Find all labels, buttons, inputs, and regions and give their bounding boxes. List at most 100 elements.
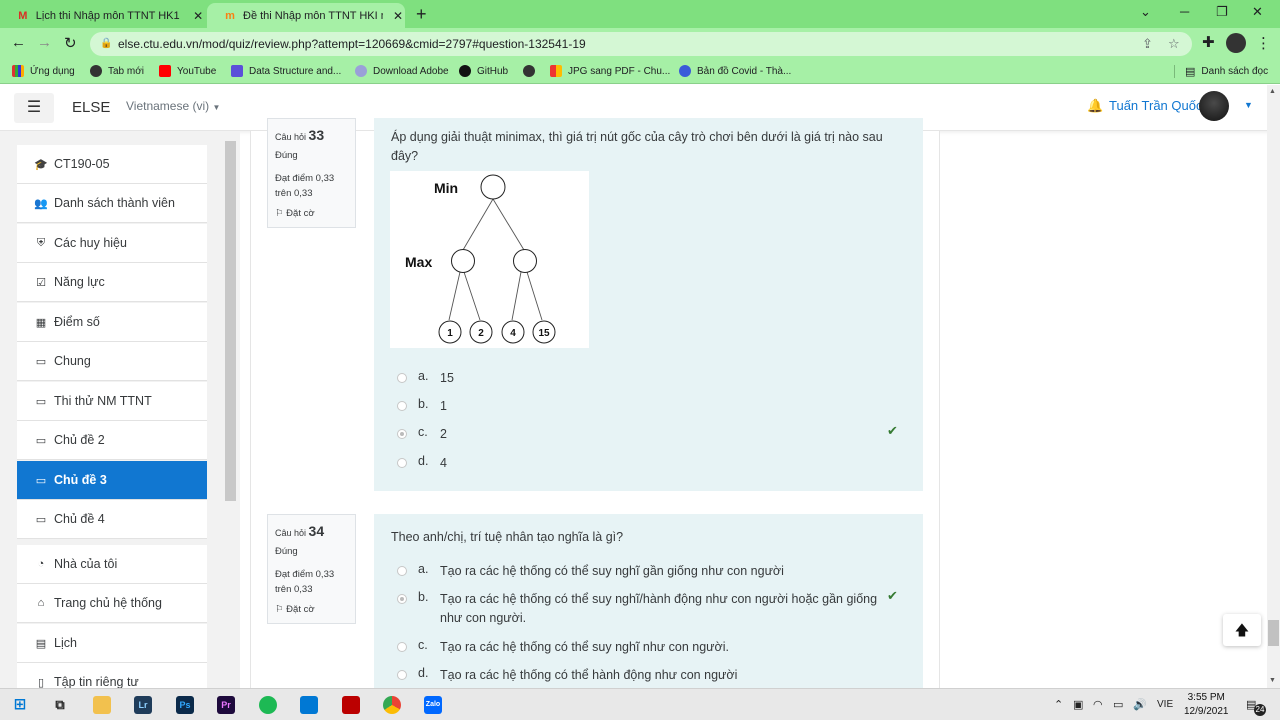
- language-menu[interactable]: Vietnamese (vi) ▼: [126, 99, 220, 113]
- answer-option[interactable]: c. 2: [397, 425, 880, 444]
- zalo-icon[interactable]: Zalo: [424, 696, 442, 714]
- bookmark-datastructure[interactable]: Data Structure and...: [231, 65, 341, 77]
- bookmark-adobe[interactable]: Download Adobe: [355, 65, 449, 77]
- adobe-icon: [355, 65, 367, 77]
- bookmark-globe[interactable]: [523, 65, 541, 77]
- bookmark-jpg-pdf[interactable]: JPG sang PDF - Chu...: [550, 65, 670, 77]
- answer-radio[interactable]: [397, 373, 407, 383]
- bookmark-github[interactable]: GitHub: [459, 65, 508, 77]
- vscode-icon[interactable]: [300, 696, 318, 714]
- lightroom-icon[interactable]: Lr: [134, 696, 152, 714]
- new-tab-icon[interactable]: +: [416, 4, 427, 25]
- bookmark-apps[interactable]: Ứng dụng: [12, 65, 75, 77]
- answer-option[interactable]: a. 15: [397, 369, 880, 388]
- flag-icon: ⚐: [275, 208, 284, 219]
- leaf-value: 15: [538, 328, 550, 339]
- nav-item-calendar[interactable]: ▤ Lịch: [17, 624, 207, 663]
- answer-radio[interactable]: [397, 458, 407, 468]
- close-tab-icon[interactable]: ✕: [191, 9, 205, 23]
- answer-option[interactable]: a. Tạo ra các hệ thống có thể suy nghĩ gầ…: [397, 562, 880, 581]
- browser-tab-2[interactable]: m Đề thi Nhập môn TTNT HKI năm ✕: [207, 3, 405, 28]
- input-language[interactable]: VIE: [1157, 699, 1173, 710]
- bookmark-label: Tab mới: [108, 65, 145, 77]
- wifi-icon[interactable]: ◠: [1093, 698, 1103, 711]
- chrome-icon[interactable]: [383, 696, 401, 714]
- minimize-icon[interactable]: ─: [1180, 4, 1189, 19]
- answer-radio[interactable]: [397, 642, 407, 652]
- flag-question[interactable]: ⚐ Đặt cờ: [275, 603, 348, 617]
- tab-search-icon[interactable]: ⌄: [1140, 4, 1151, 20]
- user-menu-caret-icon[interactable]: ▼: [1244, 100, 1253, 110]
- scroll-down-arrow-icon[interactable]: ▼: [1269, 677, 1276, 684]
- page-scrollbar[interactable]: [1267, 85, 1280, 688]
- browser-tab-1[interactable]: M Lịch thi Nhập môn TTNT HK1 202 ✕: [0, 3, 205, 28]
- spotify-icon[interactable]: [259, 696, 277, 714]
- hamburger-menu-icon[interactable]: ☰: [14, 93, 54, 123]
- flag-question[interactable]: ⚐ Đặt cờ: [275, 207, 348, 221]
- premiere-icon[interactable]: Pr: [217, 696, 235, 714]
- windows-start-icon[interactable]: ⊞: [11, 696, 29, 714]
- maximize-icon[interactable]: ❐: [1216, 4, 1228, 20]
- page-scrollbar-thumb[interactable]: [1268, 620, 1279, 646]
- nav-item-participants[interactable]: 👥 Danh sách thành viên: [17, 184, 207, 223]
- answer-option[interactable]: c. Tạo ra các hệ thống có thể suy nghĩ nh…: [397, 638, 880, 657]
- bookmark-star-icon[interactable]: ☆: [1168, 32, 1180, 56]
- app-icon[interactable]: [342, 696, 360, 714]
- forward-icon[interactable]: →: [37, 34, 52, 51]
- scroll-up-arrow-icon[interactable]: ▲: [1269, 88, 1276, 95]
- nav-item-topic-2[interactable]: ▭ Chủ đề 2: [17, 421, 207, 460]
- nav-item-private-files[interactable]: ▯ Tập tin riêng tư: [17, 663, 207, 688]
- answer-radio-selected[interactable]: [397, 429, 407, 439]
- nav-item-course[interactable]: 🎓 CT190-05: [17, 145, 207, 184]
- profile-avatar[interactable]: [1226, 33, 1246, 53]
- bookmark-covid[interactable]: Bản đồ Covid - Thà...: [679, 65, 791, 77]
- answer-option[interactable]: d. 4: [397, 454, 880, 473]
- photoshop-icon[interactable]: Ps: [176, 696, 194, 714]
- nav-item-competencies[interactable]: ☑ Năng lực: [17, 263, 207, 302]
- answer-option[interactable]: d. Tạo ra các hệ thống có thể hành động n…: [397, 666, 880, 685]
- drawer-scrollbar-thumb[interactable]: [225, 141, 236, 501]
- bookmark-newtab[interactable]: Tab mới: [90, 65, 144, 77]
- back-to-top-button[interactable]: 🡅: [1223, 614, 1261, 646]
- answer-radio[interactable]: [397, 670, 407, 680]
- nav-item-topic-3[interactable]: ▭ Chủ đề 3: [17, 461, 207, 500]
- nav-item-topic-4[interactable]: ▭ Chủ đề 4: [17, 500, 207, 539]
- reading-list[interactable]: ▤ Danh sách đọc: [1174, 65, 1268, 78]
- user-avatar[interactable]: [1199, 91, 1229, 121]
- volume-icon[interactable]: 🔊: [1133, 698, 1147, 711]
- tray-chevron-icon[interactable]: ⌃: [1054, 698, 1063, 711]
- user-name[interactable]: Tuấn Trần Quốc: [1109, 98, 1202, 113]
- correct-check-icon: ✔: [887, 588, 898, 603]
- task-view-icon[interactable]: ⧉: [51, 696, 69, 714]
- answer-radio[interactable]: [397, 566, 407, 576]
- answer-radio[interactable]: [397, 401, 407, 411]
- close-window-icon[interactable]: ✕: [1252, 4, 1263, 20]
- answer-option[interactable]: b. Tạo ra các hệ thống có thể suy nghĩ/hà…: [397, 590, 880, 628]
- nav-item-site-home[interactable]: ⌂ Trang chủ hệ thống: [17, 584, 207, 623]
- site-brand[interactable]: ELSE: [72, 99, 110, 116]
- extensions-icon[interactable]: ✚: [1202, 33, 1215, 51]
- nav-item-general[interactable]: ▭ Chung: [17, 342, 207, 381]
- system-clock[interactable]: 3:55 PM 12/9/2021: [1184, 691, 1229, 719]
- close-tab-icon[interactable]: ✕: [391, 9, 405, 23]
- notification-bell-icon[interactable]: 🔔: [1087, 98, 1103, 114]
- address-bar[interactable]: 🔒 else.ctu.edu.vn/mod/quiz/review.php?at…: [90, 32, 1192, 56]
- tray-display-icon[interactable]: ▣: [1073, 698, 1083, 711]
- nav-item-practice[interactable]: ▭ Thi thử NM TTNT: [17, 382, 207, 421]
- menu-dots-icon[interactable]: ⋮: [1256, 34, 1271, 52]
- bookmark-youtube[interactable]: YouTube: [159, 65, 216, 77]
- answer-option[interactable]: b. 1: [397, 397, 880, 416]
- file-explorer-icon[interactable]: [93, 696, 111, 714]
- back-icon[interactable]: ←: [11, 34, 26, 51]
- answer-letter: b.: [418, 590, 429, 604]
- nav-item-dashboard[interactable]: ◔ Nhà của tôi: [17, 545, 207, 584]
- answer-letter: d.: [418, 666, 429, 680]
- answer-radio-selected[interactable]: [397, 594, 407, 604]
- share-icon[interactable]: ⇪: [1142, 32, 1153, 56]
- nav-item-badges[interactable]: ⛨ Các huy hiệu: [17, 224, 207, 263]
- nav-item-grades[interactable]: ▦ Điểm số: [17, 303, 207, 342]
- answer-text: Tạo ra các hệ thống có thể suy nghĩ gần …: [440, 564, 784, 578]
- reload-icon[interactable]: ↻: [64, 34, 77, 52]
- battery-icon[interactable]: ▭: [1113, 698, 1123, 711]
- folder-icon: ▭: [35, 474, 47, 487]
